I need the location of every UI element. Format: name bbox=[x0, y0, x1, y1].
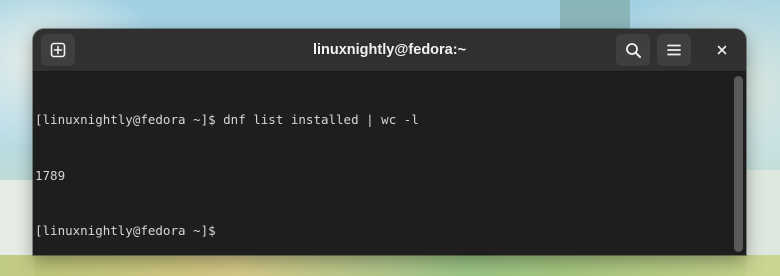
headerbar: linuxnightly@fedora:~ bbox=[33, 29, 746, 72]
terminal-window: linuxnightly@fedora:~ [linuxnightly@fedo… bbox=[33, 29, 746, 255]
scrollbar[interactable] bbox=[734, 76, 743, 252]
close-icon bbox=[717, 45, 727, 55]
terminal-line: [linuxnightly@fedora ~]$ dnf list instal… bbox=[35, 112, 419, 127]
hamburger-menu-icon bbox=[667, 44, 681, 56]
terminal-output[interactable]: [linuxnightly@fedora ~]$ dnf list instal… bbox=[33, 72, 733, 255]
menu-button[interactable] bbox=[657, 34, 691, 66]
terminal-line: 1789 bbox=[35, 167, 66, 183]
close-button[interactable] bbox=[709, 37, 735, 63]
search-button[interactable] bbox=[616, 34, 650, 66]
new-tab-button[interactable] bbox=[41, 34, 75, 66]
terminal-line: [linuxnightly@fedora ~]$ bbox=[35, 223, 216, 238]
wallpaper-grass bbox=[0, 255, 780, 276]
new-tab-icon bbox=[50, 42, 66, 58]
search-icon bbox=[625, 42, 641, 58]
